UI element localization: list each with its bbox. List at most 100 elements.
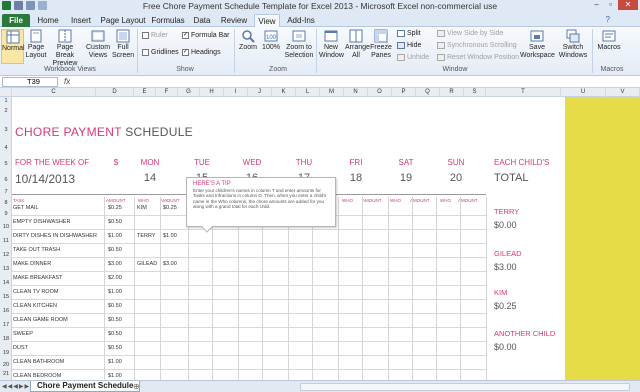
tab-view[interactable]: View (254, 14, 280, 27)
tab-home[interactable]: Home (34, 14, 62, 27)
headings-checkbox[interactable]: ✓ Headings (182, 49, 221, 56)
row-header[interactable]: 17 (0, 322, 12, 328)
who-amount-cell[interactable]: $3.00 (163, 261, 177, 267)
amount-cell[interactable]: $0.50 (108, 219, 122, 225)
child-name[interactable]: ANOTHER CHILD (494, 329, 555, 338)
normal-view-button[interactable]: Normal (1, 29, 25, 64)
amount-cell[interactable]: $3.00 (108, 261, 122, 267)
name-box[interactable]: T39 (2, 77, 58, 87)
switch-windows-button[interactable]: Switch Windows (556, 29, 590, 60)
task-cell[interactable]: CLEAN TV ROOM (13, 289, 58, 295)
amount-cell[interactable]: $0.50 (108, 247, 122, 253)
row-header[interactable]: 11 (0, 238, 12, 244)
column-header[interactable]: M (320, 88, 344, 97)
column-header[interactable]: U (561, 88, 606, 97)
custom-views-button[interactable]: Custom Views (86, 29, 110, 60)
row-header[interactable]: 8 (0, 200, 12, 206)
column-header[interactable]: D (96, 88, 134, 97)
column-header[interactable]: K (272, 88, 296, 97)
row-header[interactable]: 5 (0, 161, 12, 167)
gridlines-checkbox[interactable]: Gridlines (142, 49, 179, 56)
row-header[interactable]: 10 (0, 224, 12, 230)
tab-insert[interactable]: Insert (66, 14, 96, 27)
help-icon[interactable]: ? (606, 15, 610, 24)
who-amount-cell[interactable]: $0.25 (163, 205, 177, 211)
zoom-100-button[interactable]: 100 100% (260, 29, 282, 52)
ruler-checkbox[interactable]: Ruler (142, 32, 168, 39)
who-cell[interactable]: GILEAD (137, 261, 157, 267)
task-cell[interactable]: MAKE DINNER (13, 261, 51, 267)
fx-icon[interactable]: fx (64, 77, 70, 86)
column-header[interactable]: I (224, 88, 248, 97)
sheet-tab-chore-payment-schedule[interactable]: Chore Payment Schedule (30, 381, 141, 392)
column-header[interactable]: C (12, 88, 96, 97)
task-cell[interactable]: DIRTY DISHES IN DISHWASHER (13, 233, 97, 239)
week-date[interactable]: 10/14/2013 (15, 172, 75, 186)
row-header[interactable]: 9 (0, 211, 12, 217)
formula-bar-checkbox[interactable]: ✓ Formula Bar (182, 32, 230, 39)
sheet-nav-arrows-icon[interactable]: ◀◀◀▶▶ (2, 383, 30, 390)
full-screen-button[interactable]: Full Screen (112, 29, 134, 60)
synchronous-scrolling-button[interactable]: Synchronous Scrolling (437, 42, 517, 49)
horizontal-scrollbar[interactable] (300, 383, 630, 391)
column-header[interactable]: T (486, 88, 561, 97)
tab-file[interactable]: File (2, 14, 30, 27)
row-header[interactable]: 19 (0, 350, 12, 356)
row-header[interactable]: 1 (0, 98, 12, 104)
select-all-corner[interactable] (0, 88, 12, 97)
column-header[interactable]: P (392, 88, 416, 97)
row-header[interactable]: 20 (0, 362, 12, 368)
amount-cell[interactable]: $0.50 (108, 345, 122, 351)
amount-cell[interactable]: $0.25 (108, 205, 122, 211)
row-header[interactable]: 6 (0, 177, 12, 183)
row-header[interactable]: 18 (0, 336, 12, 342)
macros-button[interactable]: Macros (596, 29, 622, 52)
child-name[interactable]: GILEAD (494, 249, 522, 258)
minimize-button[interactable]: – (590, 0, 603, 10)
zoom-to-selection-button[interactable]: Zoom to Selection (284, 29, 314, 60)
maximize-button[interactable]: ▫ (604, 0, 617, 10)
tab-data[interactable]: Data (190, 14, 214, 27)
row-header[interactable]: 13 (0, 266, 12, 272)
tab-add-ins[interactable]: Add-Ins (284, 14, 318, 27)
amount-cell[interactable]: $1.00 (108, 373, 122, 379)
task-cell[interactable]: TAKE OUT TRASH (13, 247, 60, 253)
page-layout-button[interactable]: Page Layout (25, 29, 47, 60)
row-header[interactable]: 16 (0, 308, 12, 314)
column-header[interactable]: E (134, 88, 156, 97)
insert-sheet-icon[interactable]: ⊕ (133, 382, 140, 391)
amount-cell[interactable]: $0.50 (108, 303, 122, 309)
worksheet[interactable]: CHORE PAYMENT SCHEDULE FOR THE WEEK OF 1… (12, 97, 565, 380)
new-window-button[interactable]: New Window (319, 29, 344, 60)
row-header[interactable]: 7 (0, 189, 12, 195)
freeze-panes-button[interactable]: Freeze Panes (369, 29, 393, 60)
column-header[interactable]: J (248, 88, 272, 97)
amount-cell[interactable]: $2.00 (108, 275, 122, 281)
reset-window-position-button[interactable]: Reset Window Position (437, 54, 519, 61)
child-name[interactable]: KIM (494, 288, 517, 297)
page-break-preview-button[interactable]: Page Break Preview (48, 29, 82, 68)
who-cell[interactable]: KIM (137, 205, 147, 211)
split-button[interactable]: Split (397, 30, 421, 37)
child-name[interactable]: TERRY (494, 207, 519, 216)
amount-cell[interactable]: $1.00 (108, 233, 122, 239)
task-cell[interactable]: CLEAN KITCHEN (13, 303, 57, 309)
amount-cell[interactable]: $1.00 (108, 359, 122, 365)
task-cell[interactable]: CLEAN BEDROOM (13, 373, 61, 379)
save-workspace-button[interactable]: Save Workspace (520, 29, 555, 60)
close-button[interactable]: ✕ (618, 0, 638, 10)
amount-cell[interactable]: $0.50 (108, 317, 122, 323)
task-cell[interactable]: EMPTY DISHWASHER (13, 219, 70, 225)
task-cell[interactable]: GET MAIL (13, 205, 39, 211)
column-header[interactable]: R (440, 88, 464, 97)
tab-formulas[interactable]: Formulas (150, 14, 186, 27)
row-header[interactable]: 12 (0, 252, 12, 258)
row-header[interactable]: 2 (0, 108, 12, 114)
unhide-button[interactable]: Unhide (397, 54, 429, 61)
who-cell[interactable]: TERRY (137, 233, 156, 239)
task-cell[interactable]: DUST (13, 345, 28, 351)
task-cell[interactable]: MAKE BREAKFAST (13, 275, 63, 281)
task-cell[interactable]: SWEEP (13, 331, 33, 337)
hide-button[interactable]: Hide (397, 42, 421, 49)
column-header[interactable]: N (344, 88, 368, 97)
